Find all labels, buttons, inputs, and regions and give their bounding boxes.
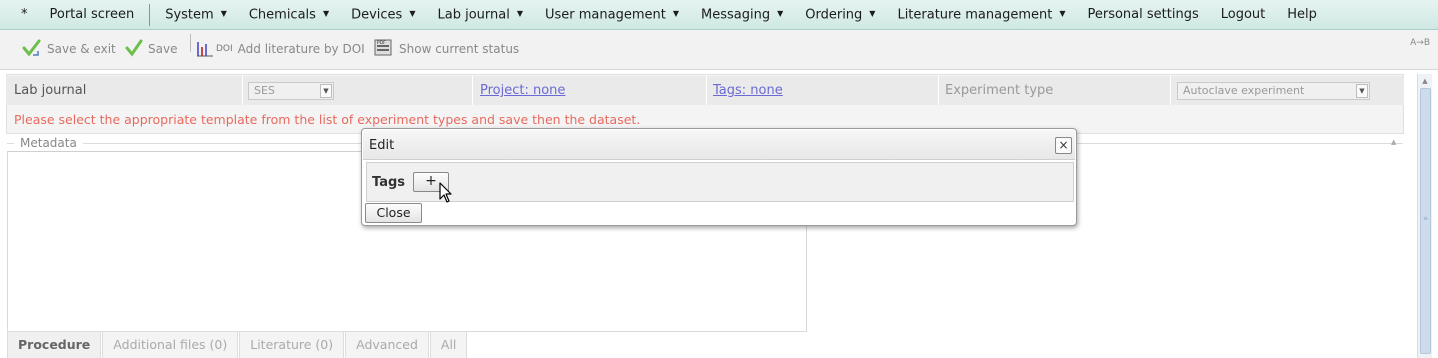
menu-item-lab-journal[interactable]: Lab journal ▼: [426, 0, 534, 30]
menu-item-literature-management[interactable]: Literature management ▼: [886, 0, 1076, 30]
experiment-type-select-value: Autoclave experiment: [1183, 84, 1305, 97]
edit-dialog: Edit × Tags + Close: [361, 128, 1077, 226]
close-icon[interactable]: ×: [1055, 137, 1072, 154]
tab-procedure[interactable]: Procedure: [7, 331, 102, 358]
app-root: * Portal screen System ▼ Chemicals ▼ Devic…: [0, 0, 1438, 358]
header-divider: [1170, 76, 1171, 105]
menu-item-logout[interactable]: Logout: [1210, 0, 1277, 30]
chevron-down-icon: ▼: [516, 8, 523, 18]
menu-item-ordering[interactable]: Ordering ▼: [794, 0, 886, 30]
check-icon: [125, 39, 143, 60]
tab-advanced[interactable]: Advanced: [345, 331, 429, 358]
save-button[interactable]: Save: [125, 35, 177, 63]
header-divider: [706, 76, 707, 105]
menu-item-portal-screen[interactable]: Portal screen: [39, 0, 146, 30]
main-menubar: * Portal screen System ▼ Chemicals ▼ Devic…: [0, 0, 1438, 30]
tags-label: Tags: [372, 175, 406, 190]
chevron-down-icon: ▼: [220, 8, 227, 18]
lab-journal-select-value: SES: [254, 84, 275, 97]
save-exit-label: Save & exit: [47, 42, 116, 56]
tags-link[interactable]: Tags: none: [713, 76, 783, 105]
scroll-up-icon[interactable]: ▲: [1419, 75, 1431, 87]
collapse-icon[interactable]: ▲: [1391, 138, 1396, 146]
header-divider: [938, 76, 939, 105]
save-exit-button[interactable]: Save & exit: [22, 35, 116, 63]
menu-item-devices[interactable]: Devices ▼: [340, 0, 426, 30]
menu-item-messaging[interactable]: Messaging ▼: [690, 0, 794, 30]
chevron-down-icon: ▼: [672, 8, 679, 18]
menu-item-help[interactable]: Help: [1276, 0, 1328, 30]
tab-literature[interactable]: Literature (0): [239, 331, 345, 358]
mouse-pointer-icon: [439, 182, 453, 208]
grip-icon: ≡: [1423, 215, 1429, 222]
menu-separator: [149, 3, 151, 26]
chevron-down-icon: ▼: [777, 8, 784, 18]
lab-journal-label: Lab journal: [14, 83, 87, 98]
vertical-scrollbar[interactable]: ▲ ≡: [1417, 74, 1432, 358]
header-row: Lab journal SES ▼ Project: none Tags: no…: [6, 76, 1404, 105]
close-button[interactable]: Close: [365, 203, 422, 223]
doi-icon-text: DOI: [216, 44, 233, 54]
chevron-down-icon: ▼: [1059, 8, 1066, 18]
doi-chart-icon: DOI: [196, 40, 233, 58]
template-warning: Please select the appropriate template f…: [14, 112, 641, 127]
project-link[interactable]: Project: none: [480, 76, 565, 105]
toolbar-separator: [190, 34, 191, 52]
chevron-down-icon: ▼: [1356, 84, 1368, 98]
text-direction-icon[interactable]: A→B: [1410, 38, 1430, 48]
header-divider: [242, 76, 243, 105]
add-literature-doi-button[interactable]: DOI Add literature by DOI: [196, 35, 365, 63]
menu-item-chemicals[interactable]: Chemicals ▼: [238, 0, 340, 30]
chevron-down-icon: ▼: [869, 8, 876, 18]
dialog-titlebar: Edit ×: [363, 130, 1075, 160]
show-status-label: Show current status: [399, 42, 520, 56]
chevron-down-icon: ▼: [322, 8, 330, 18]
scroll-thumb[interactable]: ≡: [1420, 88, 1431, 354]
show-status-button[interactable]: PDF Show current status: [374, 35, 519, 63]
chevron-down-icon: ▼: [320, 84, 332, 98]
bottom-tabs: Procedure Additional files (0) Literatur…: [7, 331, 468, 358]
main-toolbar: Save & exit Save DOI Add literature by D…: [0, 30, 1438, 70]
dialog-title: Edit: [369, 138, 395, 153]
save-label: Save: [148, 42, 178, 56]
chevron-down-icon: ▼: [409, 8, 416, 18]
menu-item-user-management[interactable]: User management ▼: [534, 0, 690, 30]
experiment-type-label: Experiment type: [945, 83, 1054, 98]
check-arrow-icon: [22, 38, 42, 61]
tags-panel: Tags +: [366, 162, 1074, 202]
tab-additional-files[interactable]: Additional files (0): [102, 331, 239, 358]
pdf-icon-text: PDF: [377, 40, 386, 46]
lab-journal-select[interactable]: SES ▼: [248, 82, 334, 100]
pdf-status-icon: PDF: [374, 38, 394, 61]
tab-all[interactable]: All: [429, 331, 468, 358]
experiment-type-select[interactable]: Autoclave experiment ▼: [1177, 82, 1370, 100]
header-divider: [472, 76, 473, 105]
menu-item-personal-settings[interactable]: Personal settings: [1076, 0, 1209, 30]
menu-item-star[interactable]: *: [10, 0, 39, 30]
metadata-legend: Metadata: [14, 136, 83, 150]
add-literature-label: Add literature by DOI: [237, 42, 365, 56]
menu-item-system[interactable]: System ▼: [154, 0, 238, 30]
